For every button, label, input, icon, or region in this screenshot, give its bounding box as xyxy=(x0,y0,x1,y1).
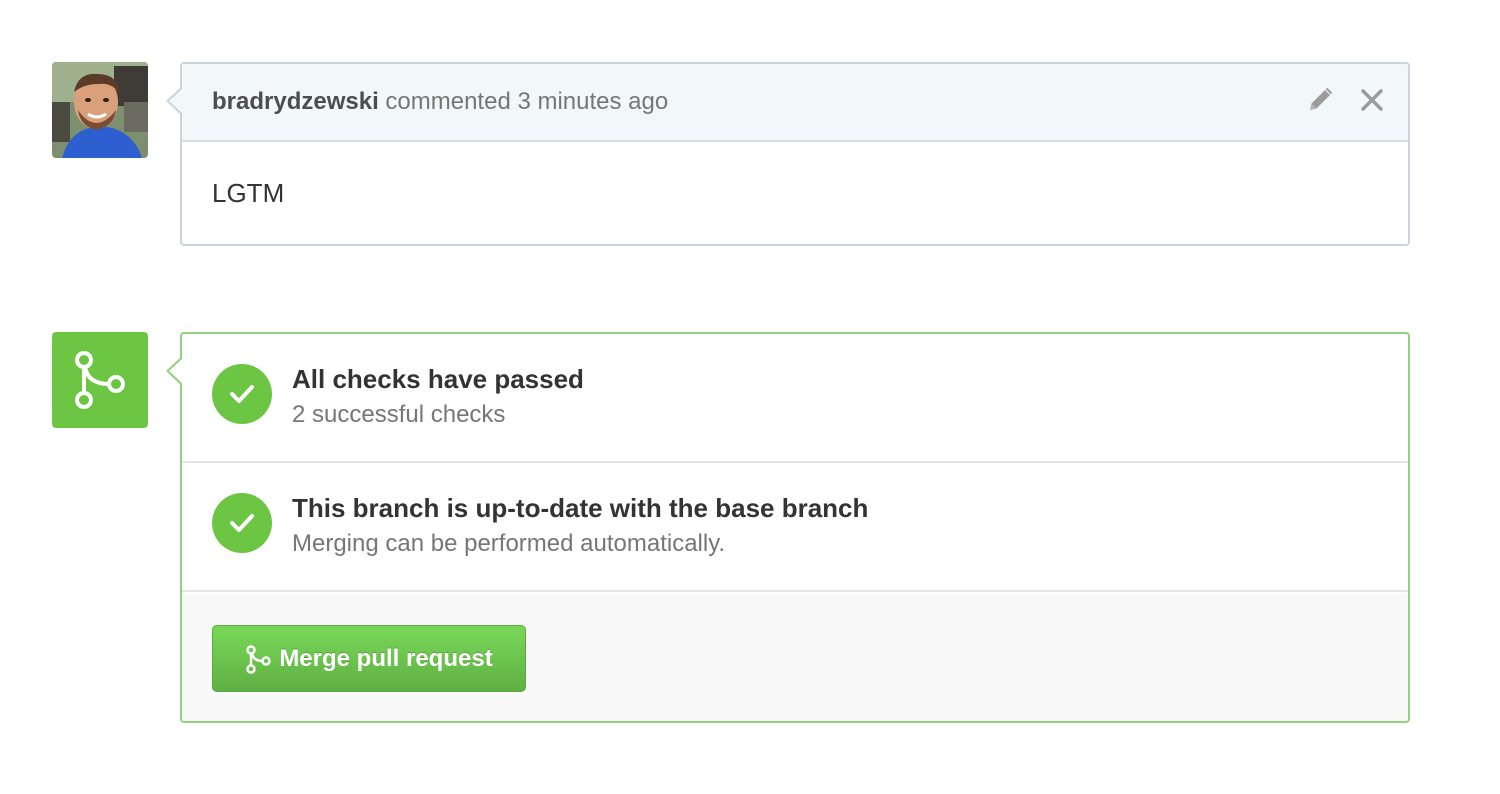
comment-actions xyxy=(1306,86,1384,119)
check-icon xyxy=(212,493,272,553)
close-icon[interactable] xyxy=(1360,88,1384,117)
comment-timestamp[interactable]: commented 3 minutes ago xyxy=(385,88,668,115)
merge-pointer xyxy=(166,356,183,386)
comment-author-link[interactable]: bradrydzewski xyxy=(212,88,379,115)
pencil-icon[interactable] xyxy=(1306,86,1334,119)
status-subtitle: Merging can be performed automatically. xyxy=(292,530,726,557)
status-subtitle: 2 successful checks xyxy=(292,401,506,428)
comment-header: bradrydzewski commented 3 minutes ago xyxy=(182,64,1408,142)
merge-footer: Merge pull request xyxy=(182,594,1408,721)
check-icon xyxy=(212,364,272,424)
comment-pointer xyxy=(166,86,183,116)
git-merge-icon xyxy=(52,332,148,428)
comment-box: bradrydzewski commented 3 minutes ago LG… xyxy=(166,62,1410,246)
checks-status-row: All checks have passed 2 successful chec… xyxy=(182,334,1408,463)
merge-button-label: Merge pull request xyxy=(279,644,493,672)
branch-status-row: This branch is up-to-date with the base … xyxy=(182,463,1408,592)
status-title: This branch is up-to-date with the base … xyxy=(292,493,869,523)
git-merge-icon xyxy=(246,644,272,674)
merge-status-box: All checks have passed 2 successful chec… xyxy=(166,332,1410,723)
comment-body: LGTM xyxy=(212,178,285,208)
avatar[interactable] xyxy=(52,62,148,158)
merge-pull-request-button[interactable]: Merge pull request xyxy=(212,625,526,692)
comment-meta: bradrydzewski commented 3 minutes ago xyxy=(212,88,668,116)
status-title: All checks have passed xyxy=(292,364,584,394)
user-avatar-image xyxy=(52,62,148,158)
